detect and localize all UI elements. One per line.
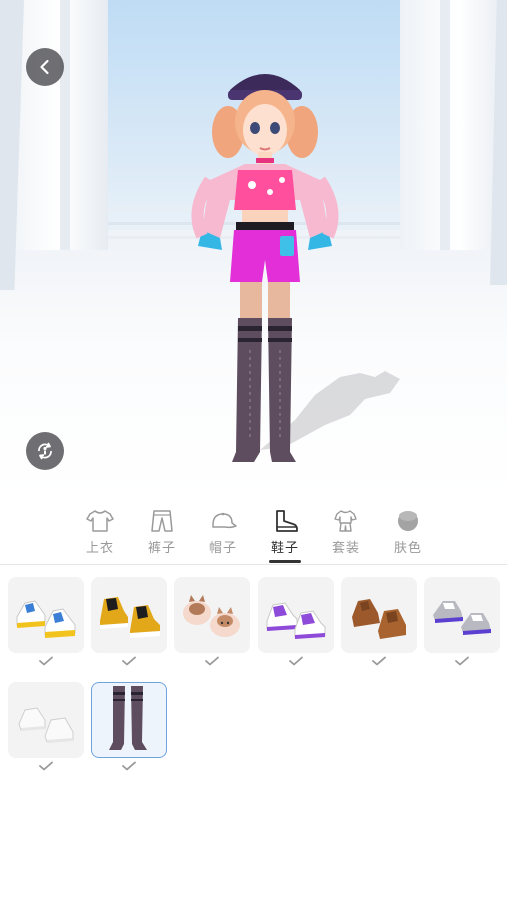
tab-label: 上衣	[85, 540, 114, 555]
loafer-thumbnail	[18, 707, 74, 743]
sneaker-thumbnail	[16, 600, 76, 638]
pants-icon	[151, 510, 173, 532]
owned-check-icon	[372, 656, 386, 666]
tab-hats[interactable]: 帽子	[199, 509, 247, 561]
owned-check-icon	[205, 656, 219, 666]
avatar-character[interactable]	[150, 60, 380, 472]
owned-check-icon	[122, 761, 136, 771]
shoe-item-white-loafers[interactable]	[8, 682, 84, 758]
tab-label: 肤色	[393, 540, 422, 555]
right-pillar-groove	[440, 0, 450, 250]
shoe-item-cat-slippers[interactable]	[174, 577, 250, 653]
active-tab-indicator	[269, 560, 301, 563]
tab-label: 帽子	[208, 540, 237, 555]
back-button[interactable]	[26, 48, 64, 86]
leather-shoe-thumbnail	[352, 599, 406, 639]
boot-icon	[276, 510, 298, 532]
tab-outfits[interactable]: 套装	[322, 509, 370, 561]
tab-pants[interactable]: 裤子	[138, 509, 186, 561]
shoe-item-purple-white-sneakers[interactable]	[258, 577, 334, 653]
chevron-left-icon	[40, 59, 49, 75]
owned-check-icon	[289, 656, 303, 666]
cat-slipper-thumbnail	[183, 595, 240, 637]
thigh-high-boot-thumbnail	[109, 686, 147, 750]
tab-label: 套装	[331, 540, 360, 555]
owned-check-icon	[39, 656, 53, 666]
tab-shoes[interactable]: 鞋子	[261, 509, 309, 563]
skin-color-icon	[398, 511, 418, 531]
cap-icon	[212, 512, 237, 529]
rotate-view-button[interactable]	[26, 432, 64, 470]
owned-check-icon	[455, 656, 469, 666]
tab-label: 鞋子	[270, 540, 299, 555]
tab-label: 裤子	[147, 540, 176, 555]
sneaker-thumbnail	[266, 602, 326, 639]
tab-tops[interactable]: 上衣	[76, 509, 124, 561]
shoe-item-white-blue-yellow-sneakers[interactable]	[8, 577, 84, 653]
owned-check-icon	[122, 656, 136, 666]
high-top-thumbnail	[100, 597, 160, 638]
avatar-stage[interactable]	[0, 0, 507, 497]
owned-check-icon	[39, 761, 53, 771]
shoe-item-gray-purple-running-shoes[interactable]	[424, 577, 500, 653]
right-pillar	[400, 0, 507, 250]
shoe-item-black-yellow-high-tops[interactable]	[91, 577, 167, 653]
running-shoe-thumbnail	[433, 601, 491, 635]
category-tab-bar: 上衣 裤子 帽子 鞋子 套装 肤色	[0, 497, 507, 565]
tab-skin-color[interactable]: 肤色	[384, 509, 432, 561]
outfit-icon	[334, 510, 357, 532]
shoe-item-brown-leather-shoes[interactable]	[341, 577, 417, 653]
rotate-view-icon	[38, 442, 52, 460]
shirt-icon	[86, 510, 114, 532]
shoe-item-thigh-high-boots[interactable]	[91, 682, 167, 758]
left-pillar-groove	[60, 0, 70, 250]
